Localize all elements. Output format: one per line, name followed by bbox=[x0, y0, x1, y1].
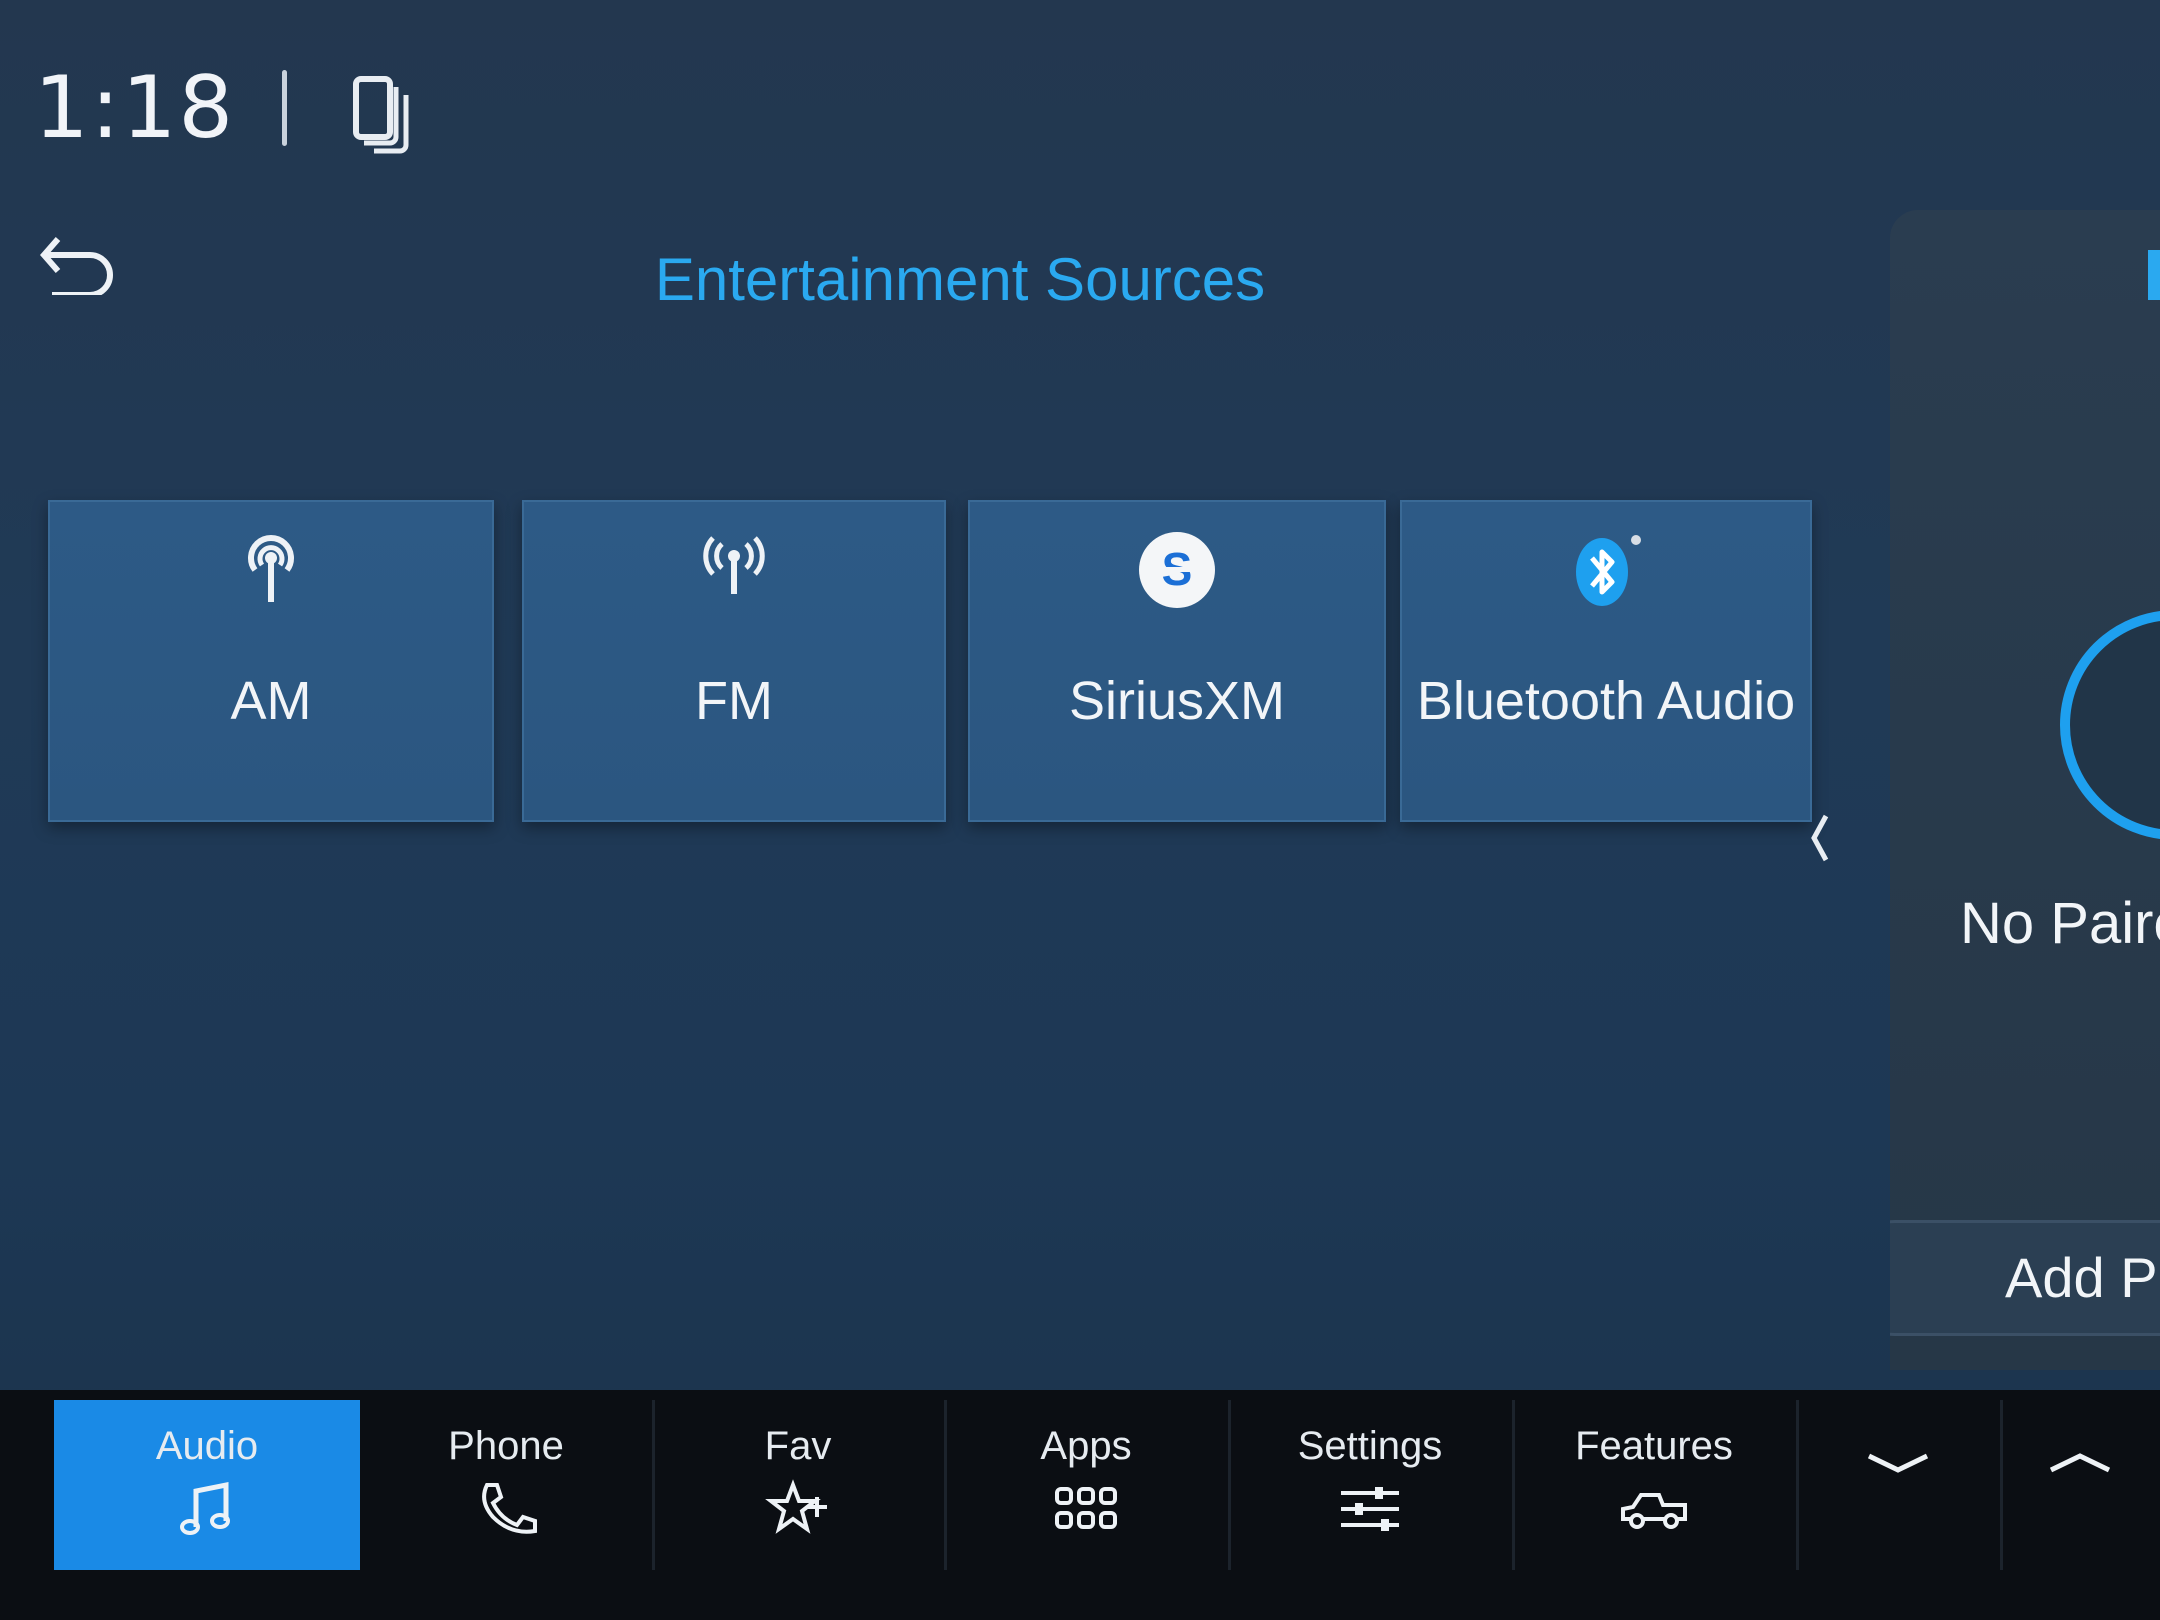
nav-label-fav: Fav bbox=[764, 1424, 832, 1468]
source-tile-siriusxm[interactable]: S SiriusXM bbox=[968, 500, 1386, 822]
back-arrow-icon[interactable] bbox=[38, 235, 118, 295]
nav-audio[interactable]: Audio bbox=[54, 1400, 360, 1570]
phone-status-icon bbox=[2060, 610, 2160, 840]
clock: 1:18 bbox=[34, 58, 236, 158]
nav-fav[interactable]: Fav bbox=[652, 1400, 947, 1570]
nav-features[interactable]: Features bbox=[1512, 1400, 1799, 1570]
apps-grid-icon bbox=[1055, 1487, 1117, 1529]
add-phone-label: Add Ph bbox=[2005, 1246, 2160, 1309]
nav-label-features: Features bbox=[1575, 1424, 1733, 1468]
am-antenna-icon bbox=[248, 535, 294, 602]
nav-collapse[interactable] bbox=[1796, 1400, 2003, 1570]
chevron-down-icon bbox=[1867, 1453, 1929, 1473]
phone-icon bbox=[482, 1483, 537, 1534]
nav-apps[interactable]: Apps bbox=[944, 1400, 1231, 1570]
nav-label-apps: Apps bbox=[1040, 1424, 1132, 1468]
source-tile-am[interactable]: AM bbox=[48, 500, 494, 822]
sliders-icon bbox=[1341, 1487, 1399, 1531]
status-bar: 1:18 bbox=[0, 0, 2160, 200]
page-title: Entertainment Sources bbox=[654, 246, 1266, 313]
star-plus-icon bbox=[765, 1479, 827, 1534]
status-divider bbox=[282, 70, 287, 146]
truck-icon bbox=[1621, 1493, 1687, 1529]
source-tile-bluetooth-audio[interactable]: Bluetooth Audio bbox=[1400, 500, 1812, 822]
source-label-fm: FM bbox=[695, 671, 773, 731]
phone-projection-icon[interactable] bbox=[350, 75, 420, 160]
nav-label-settings: Settings bbox=[1297, 1424, 1443, 1468]
nav-label-audio: Audio bbox=[155, 1424, 259, 1468]
chevron-left-icon[interactable] bbox=[1804, 808, 1834, 868]
bottom-nav-bar: Audio Phone Fav Apps Settings Features bbox=[0, 1390, 2160, 1620]
chevron-up-icon bbox=[2049, 1453, 2111, 1473]
no-paired-text: No Paire bbox=[1960, 891, 2160, 956]
bluetooth-icon bbox=[1576, 535, 1641, 606]
nav-expand[interactable] bbox=[2000, 1400, 2160, 1570]
source-label-bluetooth-audio: Bluetooth Audio bbox=[1416, 671, 1796, 731]
nav-phone[interactable]: Phone bbox=[360, 1400, 655, 1570]
music-note-icon bbox=[180, 1481, 230, 1535]
panel-accent-mark bbox=[2148, 250, 2160, 300]
source-label-am: AM bbox=[230, 671, 312, 731]
infotainment-screen: 1:18 Entertainment Sources AM FM S Siriu… bbox=[0, 0, 2160, 1620]
phone-side-panel: No Paire Add Ph bbox=[1890, 210, 2160, 1370]
source-tile-fm[interactable]: FM bbox=[522, 500, 946, 822]
fm-antenna-icon bbox=[703, 536, 765, 594]
nav-label-phone: Phone bbox=[448, 1424, 564, 1468]
source-label-siriusxm: SiriusXM bbox=[1068, 671, 1286, 731]
nav-settings[interactable]: Settings bbox=[1228, 1400, 1515, 1570]
siriusxm-icon: S bbox=[1139, 532, 1215, 608]
